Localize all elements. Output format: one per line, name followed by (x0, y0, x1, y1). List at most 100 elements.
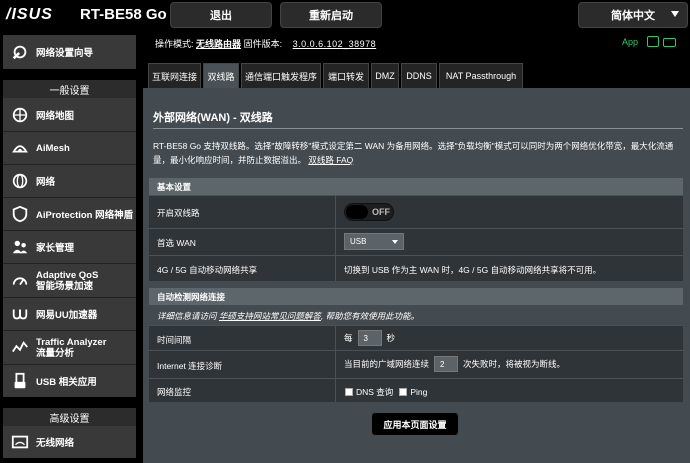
tab-dual-wan[interactable]: 双线路 (203, 63, 239, 88)
sidebar-item-adaptive-qos[interactable]: Adaptive QoS 智能场景加速 (3, 264, 136, 297)
dual-wan-label: 开启双线路 (157, 208, 200, 218)
apply-button[interactable]: 应用本页面设置 (372, 413, 458, 435)
reboot-button[interactable]: 重新启动 (280, 2, 382, 28)
sidebar-item-label-group: Traffic Analyzer 流量分析 (36, 337, 106, 359)
sidebar-item-wireless[interactable]: 无线网络 (3, 426, 136, 458)
monitor-value: DNS 查询 Ping (339, 386, 427, 398)
sidebar-item-label: AiProtection 网络神盾 (36, 210, 134, 221)
tab-dmz[interactable]: DMZ (371, 63, 399, 88)
page-title: 外部网络(WAN) - 双线路 (153, 112, 273, 124)
mobile-share-warning: 切换到 USB 作为主 WAN 时，4G / 5G 自动移动网络共享将不可用。 (344, 265, 602, 275)
sidebar-item-usb[interactable]: USB 相关应用 (3, 365, 136, 397)
traffic-icon (9, 337, 31, 359)
globe-icon (9, 170, 31, 192)
sidebar-item-label: Traffic Analyzer (36, 336, 107, 348)
tab-nat-passthrough[interactable]: NAT Passthrough (439, 63, 523, 88)
ping-checkbox[interactable] (399, 388, 408, 396)
interval-unit: 秒 (386, 333, 396, 343)
detect-info-row: 详细信息请访问 华硕支持网站常见问题解答, 帮助您有效使用此功能。 (149, 305, 683, 325)
qos-icon (9, 270, 31, 292)
asus-logo: /ISUS (6, 6, 53, 23)
sidebar-item-label: 家长管理 (36, 243, 75, 254)
interval-value: 每 3 秒 (344, 330, 395, 346)
advanced-settings-header: 高级设置 (3, 408, 136, 426)
aimesh-icon (9, 137, 31, 159)
tab-ddns[interactable]: DDNS (401, 63, 437, 88)
tab-port-forward[interactable]: 端口转发 (323, 63, 369, 88)
logout-button[interactable]: 退出 (170, 2, 272, 28)
diag-suffix: 次失败时，将被视为断线。 (463, 359, 566, 369)
diag-label: Internet 连接诊断 (157, 361, 223, 371)
model-name: RT-BE58 Go (80, 6, 167, 23)
sidebar-item-network-map[interactable]: 网络地图 (3, 98, 136, 131)
sidebar-item-label: 网易UU加速器 (36, 310, 98, 321)
interval-prefix: 每 (344, 333, 353, 343)
sidebar-item-label: 网络 (36, 177, 56, 188)
sidebar-item-network[interactable]: 网络 (3, 165, 136, 197)
diag-value: 当目前的广域网络连续 2 次失败时，将被视为断线。 (344, 356, 565, 372)
toggle-knob (346, 205, 368, 219)
wifi-icon (9, 431, 31, 453)
divider (335, 196, 336, 228)
mode-label: 操作模式: (155, 39, 194, 49)
divider (335, 351, 336, 378)
dns-label: DNS 查询 (356, 387, 394, 397)
sidebar-item-parental[interactable]: 家长管理 (3, 231, 136, 263)
detect-info-prefix: 详细信息请访问 (157, 311, 217, 321)
sidebar-item-label: AiMesh (36, 142, 70, 154)
monitor-label: 网络监控 (157, 387, 192, 397)
page-description: RT-BE58 Go 支持双线路。选择"故障转移"模式设定第二 WAN 为备用网… (153, 139, 683, 167)
sidebar-item-uu[interactable]: 网易UU加速器 (3, 298, 136, 330)
sidebar-item-label-group: Adaptive QoS 智能场景加速 (36, 270, 98, 292)
toggle-state: OFF (372, 207, 390, 217)
dual-wan-value: OFF (344, 203, 394, 221)
detect-info: 详细信息请访问 华硕支持网站常见问题解答, 帮助您有效使用此功能。 (157, 311, 420, 321)
wizard-icon (9, 41, 31, 63)
sidebar-item-label: Adaptive QoS (36, 269, 99, 281)
table-row: Internet 连接诊断 当目前的广域网络连续 2 次失败时，将被视为断线。 (149, 350, 683, 378)
sidebar-item-quick-setup[interactable]: 网络设置向导 (3, 35, 136, 69)
detect-info-suffix: 帮助您有效使用此功能。 (325, 311, 420, 321)
sidebar-item-label: 网络设置向导 (36, 48, 94, 59)
sidebar-item-aimesh[interactable]: AiMesh (3, 132, 136, 164)
divider (335, 229, 336, 255)
primary-wan-value: USB (344, 233, 404, 250)
detect-header: 自动检测网络连接 (149, 288, 683, 305)
sidebar-item-traffic[interactable]: Traffic Analyzer 流量分析 (3, 331, 136, 364)
app-link[interactable]: App (622, 37, 638, 47)
diag-input[interactable]: 2 (434, 356, 459, 372)
primary-wan-select[interactable]: USB (344, 233, 404, 250)
chevron-down-icon (392, 240, 398, 244)
sidebar-item-label: 无线网络 (36, 438, 75, 449)
table-row: 开启双线路 OFF (149, 195, 683, 228)
usb-status-icon[interactable] (647, 36, 659, 47)
divider (335, 326, 336, 350)
select-value: USB (350, 237, 367, 246)
primary-wan-label: 首选 WAN (157, 238, 196, 248)
tab-port-trigger[interactable]: 通信端口触发程序 (241, 63, 321, 88)
language-select[interactable]: 简体中文 (578, 2, 688, 28)
sidebar-item-aiprotection[interactable]: AiProtection 网络神盾 (3, 198, 136, 230)
family-icon (9, 236, 31, 258)
firmware-link[interactable]: 3.0.0.6.102_38978 (293, 39, 377, 49)
diag-prefix: 当目前的广域网络连续 (344, 359, 430, 369)
description-text: RT-BE58 Go 支持双线路。选择"故障转移"模式设定第二 WAN 为备用网… (153, 141, 674, 165)
asus-faq-link[interactable]: 华硕支持网站常见问题解答 (219, 311, 321, 321)
faq-link[interactable]: 双线路 FAQ (308, 155, 353, 165)
interval-input[interactable]: 3 (357, 330, 382, 346)
sidebar-item-label: 网络地图 (36, 110, 75, 122)
sidebar-item-label: USB 相关应用 (36, 377, 97, 388)
tab-internet[interactable]: 互联网连接 (148, 63, 201, 88)
basic-settings-header: 基本设置 (149, 178, 683, 195)
mode-link[interactable]: 无线路由器 (196, 39, 241, 49)
table-row: 网络监控 DNS 查询 Ping (149, 378, 683, 402)
language-label: 简体中文 (611, 10, 655, 22)
dual-wan-toggle[interactable]: OFF (344, 203, 394, 221)
firmware-label: 固件版本: (243, 39, 283, 49)
table-row: 首选 WAN USB (149, 228, 683, 255)
network-map-icon (9, 104, 31, 126)
ping-label: Ping (410, 387, 428, 397)
shield-icon (9, 203, 31, 225)
dns-checkbox[interactable] (345, 388, 353, 396)
network-status-icon[interactable] (663, 38, 676, 47)
